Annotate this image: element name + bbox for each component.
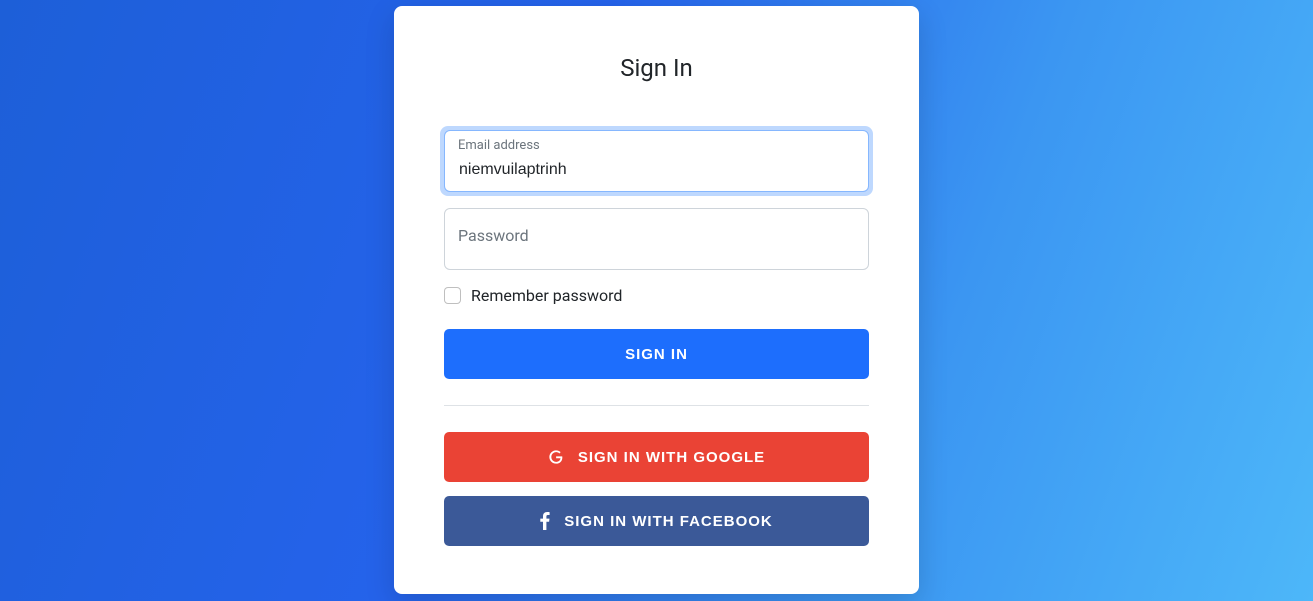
remember-label[interactable]: Remember password: [471, 286, 622, 305]
social-buttons-wrapper: Sign in with Google Sign in with Faceboo…: [444, 432, 869, 546]
email-field[interactable]: [444, 130, 869, 192]
signin-card: Sign In Email address Password Remember …: [394, 6, 919, 594]
signin-button-wrapper: Sign in: [444, 329, 869, 379]
facebook-signin-button[interactable]: Sign in with Facebook: [444, 496, 869, 546]
facebook-button-label: Sign in with Facebook: [564, 513, 773, 530]
password-field[interactable]: [444, 208, 869, 270]
remember-checkbox[interactable]: [444, 287, 461, 304]
facebook-icon: [540, 512, 550, 530]
google-button-label: Sign in with Google: [578, 449, 765, 466]
signin-form: Email address Password Remember password…: [444, 130, 869, 546]
password-field-wrapper: Password: [444, 208, 869, 270]
divider: [444, 405, 869, 406]
email-field-wrapper: Email address: [444, 130, 869, 192]
page-title: Sign In: [444, 54, 869, 82]
google-signin-button[interactable]: Sign in with Google: [444, 432, 869, 482]
signin-button[interactable]: Sign in: [444, 329, 869, 379]
remember-checkbox-wrapper: Remember password: [444, 286, 869, 305]
google-icon: [548, 449, 564, 465]
